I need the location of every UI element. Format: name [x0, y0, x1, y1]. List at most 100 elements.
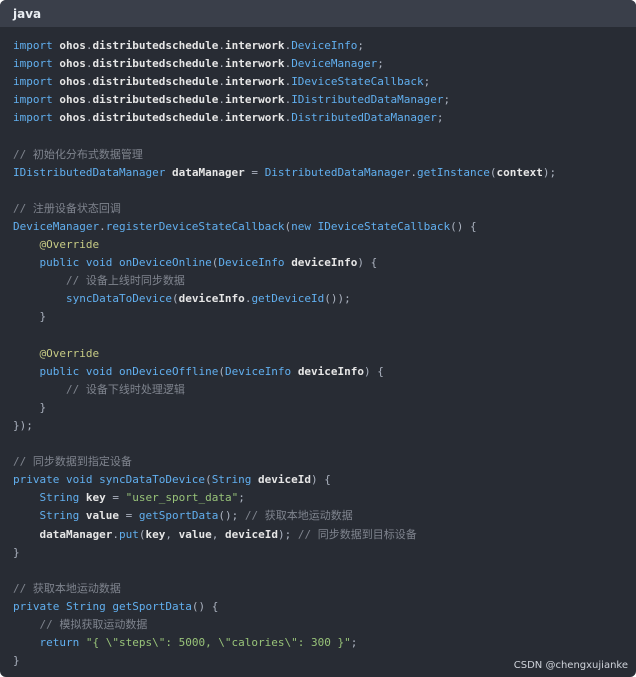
code-token: interwork [224, 39, 285, 52]
code-token: import [13, 93, 60, 107]
code-line: public void onDeviceOffline(DeviceInfo d… [13, 363, 636, 381]
code-token: ohos [59, 39, 86, 52]
code-token: ( [218, 364, 225, 378]
code-token: interwork [224, 93, 285, 107]
code-token: // 同步数据到目标设备 [297, 527, 417, 541]
code-line: // 同步数据到指定设备 [13, 453, 636, 471]
code-token: DeviceInfo [218, 256, 292, 270]
code-token: syncDataToDevice [99, 473, 206, 487]
code-token: distributedschedule [92, 39, 219, 52]
code-token: getSportData [112, 599, 192, 613]
code-token: IDeviceStateCallback [317, 219, 451, 233]
code-token: key [85, 491, 106, 505]
code-line: // 设备上线时同步数据 [13, 272, 636, 290]
code-token: deviceId [258, 473, 312, 487]
code-line: String value = getSportData(); // 获取本地运动… [13, 507, 636, 525]
code-line: // 获取本地运动数据 [13, 580, 636, 598]
code-token: getDeviceId [251, 292, 325, 306]
code-token: } [13, 310, 47, 324]
code-token: ; [350, 636, 358, 650]
code-token: = [105, 491, 126, 505]
code-token: // 设备下线时处理逻辑 [65, 382, 185, 396]
code-token: deviceInfo [297, 364, 365, 378]
code-token: interwork [224, 111, 285, 125]
code-line: } [13, 399, 636, 417]
code-token: , [165, 527, 179, 541]
code-line: } [13, 544, 636, 562]
code-token: . [218, 111, 225, 125]
code-line: @Override [13, 236, 636, 254]
code-token: // 设备上线时同步数据 [65, 274, 185, 288]
code-token: DistributedDataManager [264, 165, 411, 179]
code-token: public void [39, 364, 119, 378]
code-token: @Override [39, 346, 100, 360]
code-token: interwork [224, 75, 285, 89]
code-token: put [118, 527, 139, 541]
code-token: onDeviceOffline [118, 364, 219, 378]
code-line: return "{ \"steps\": 5000, \"calories\":… [13, 634, 636, 652]
code-token: = [244, 165, 265, 179]
code-line: String key = "user_sport_data"; [13, 489, 636, 507]
code-token: String [65, 599, 113, 613]
code-token: deviceInfo [178, 292, 245, 306]
code-token: ) { [357, 256, 378, 270]
code-token: ) { [364, 364, 384, 378]
code-line: // 注册设备状态回调 [13, 200, 636, 218]
code-token: distributedschedule [92, 75, 219, 89]
code-token: getInstance [417, 165, 490, 179]
code-line: IDistributedDataManager dataManager = Di… [13, 164, 636, 182]
code-token: . [218, 93, 225, 107]
code-token: getSportData [138, 509, 219, 523]
code-token: private void [13, 473, 100, 487]
code-line: import ohos.distributedschedule.interwor… [13, 91, 636, 109]
code-token: ; [443, 93, 451, 107]
code-token: import [13, 111, 60, 125]
code-token: ( [205, 473, 212, 487]
code-token: interwork [224, 57, 285, 71]
code-line: import ohos.distributedschedule.interwor… [13, 55, 636, 73]
code-token: String [39, 509, 86, 523]
code-token: public void [39, 256, 119, 270]
code-token: } [13, 545, 20, 559]
code-language-bar: java [0, 0, 636, 27]
code-token: "{ \"steps\": 5000, \"calories\": 300 }" [85, 636, 351, 650]
code-token: IDistributedDataManager [291, 93, 444, 107]
code-token: ; [423, 75, 431, 89]
code-line: private void syncDataToDevice(String dev… [13, 471, 636, 489]
code-token: deviceId [224, 527, 278, 541]
code-token: } [13, 400, 47, 414]
code-token: ohos [59, 111, 86, 125]
code-line: // 设备下线时处理逻辑 [13, 381, 636, 399]
code-token: } [13, 654, 20, 668]
code-token: dataManager [171, 165, 245, 179]
code-line: // 模拟获取运动数据 [13, 616, 636, 634]
code-line: // 初始化分布式数据管理 [13, 146, 636, 164]
code-token: ; [377, 57, 384, 71]
code-token: ohos [59, 57, 86, 71]
code-token: new [291, 219, 318, 233]
code-token: ohos [59, 75, 86, 89]
code-line: @Override [13, 345, 636, 363]
code-content[interactable]: import ohos.distributedschedule.interwor… [0, 27, 636, 670]
code-token: distributedschedule [92, 93, 219, 107]
code-token: // 同步数据到指定设备 [13, 455, 132, 469]
code-token: ); [542, 165, 557, 179]
code-token: IDistributedDataManager [13, 165, 172, 179]
code-token: private [13, 599, 66, 613]
code-token: return [39, 636, 86, 650]
code-token: DeviceInfo [224, 364, 298, 378]
code-token: String [39, 491, 86, 505]
code-token: // 获取本地运动数据 [244, 509, 353, 523]
code-line: import ohos.distributedschedule.interwor… [13, 37, 636, 55]
code-line: public void onDeviceOnline(DeviceInfo de… [13, 254, 636, 272]
watermark: CSDN @chengxujianke [513, 660, 628, 671]
